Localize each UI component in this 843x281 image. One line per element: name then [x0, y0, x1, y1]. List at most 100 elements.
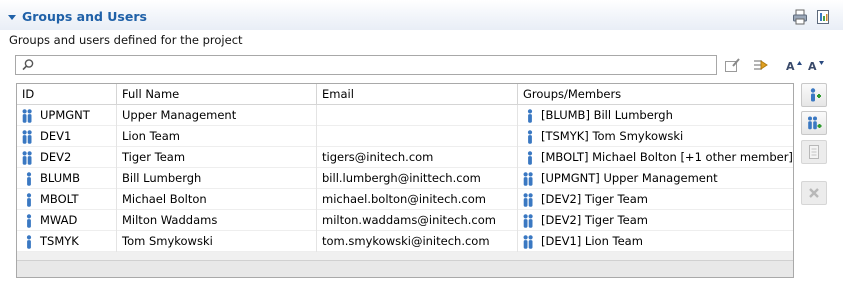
group-icon	[22, 150, 32, 165]
group-icon	[523, 213, 533, 228]
groups-users-table[interactable]: ID Full Name Email Groups/Members UPMGNT…	[16, 83, 794, 278]
user-icon	[527, 108, 533, 123]
cell-members: [MBOLT] Michael Bolton [+1 other member]	[518, 147, 793, 168]
cell-id-text: DEV2	[40, 150, 72, 164]
table-body: UPMGNT Upper Management [BLUMB] Bill Lumbe…	[17, 105, 793, 252]
search-input[interactable]	[15, 55, 717, 75]
user-icon	[26, 213, 32, 228]
search-icon	[22, 59, 34, 71]
svg-text:A: A	[786, 60, 795, 73]
cell-full-name: Tiger Team	[117, 147, 317, 168]
add-user-button[interactable]	[801, 83, 827, 107]
table-row[interactable]: MBOLT Michael Bolton michael.bolton@initec…	[17, 189, 793, 210]
cell-email	[317, 105, 518, 126]
properties-button[interactable]	[801, 140, 827, 164]
export-report-icon[interactable]	[815, 9, 831, 25]
print-icon[interactable]	[792, 9, 808, 25]
cell-id: DEV1	[17, 126, 117, 147]
cell-members-text: [MBOLT] Michael Bolton [+1 other member]	[541, 150, 793, 164]
cell-members-text: [BLUMB] Bill Lumbergh	[541, 108, 673, 122]
cell-id-text: MBOLT	[40, 192, 79, 206]
cell-id: MBOLT	[17, 189, 117, 210]
table-row[interactable]: DEV1 Lion Team [TSMYK] Tom Smykowski	[17, 126, 793, 147]
cell-id: TSMYK	[17, 231, 117, 252]
cell-email: tigers@initech.com	[317, 147, 518, 168]
cell-members-text: [DEV2] Tiger Team	[541, 213, 648, 227]
cell-members-text: [UPMGNT] Upper Management	[541, 171, 718, 185]
user-icon	[527, 129, 533, 144]
cell-id: MWAD	[17, 210, 117, 231]
user-icon	[527, 150, 533, 165]
cell-full-name: Michael Bolton	[117, 189, 317, 210]
cell-full-name-text: Michael Bolton	[122, 192, 207, 206]
table-row[interactable]: TSMYK Tom Smykowski tom.smykowski@initech.…	[17, 231, 793, 252]
cell-id-text: BLUMB	[40, 171, 80, 185]
cell-full-name-text: Upper Management	[122, 108, 237, 122]
cell-members: [DEV1] Lion Team	[518, 231, 793, 252]
table-row[interactable]: UPMGNT Upper Management [BLUMB] Bill Lumbe…	[17, 105, 793, 126]
cell-id-text: UPMGNT	[40, 108, 90, 122]
table-header: ID Full Name Email Groups/Members	[17, 84, 793, 105]
cell-members-text: [DEV2] Tiger Team	[541, 192, 648, 206]
cell-full-name-text: Tom Smykowski	[122, 234, 213, 248]
delete-button[interactable]	[801, 181, 827, 205]
cell-email-text: tigers@initech.com	[322, 150, 434, 164]
cell-email: milton.waddams@initech.com	[317, 210, 518, 231]
column-header-groups-members[interactable]: Groups/Members	[518, 84, 793, 105]
collapse-twisty-icon[interactable]	[8, 14, 16, 20]
group-icon	[22, 129, 32, 144]
cell-full-name: Tom Smykowski	[117, 231, 317, 252]
cell-id-text: DEV1	[40, 129, 72, 143]
properties-icon	[809, 145, 819, 159]
group-icon	[523, 234, 533, 249]
cell-email-text: michael.bolton@initech.com	[322, 192, 486, 206]
group-icon	[523, 171, 533, 186]
section-toggle[interactable]: Groups and Users	[8, 9, 147, 24]
section-title: Groups and Users	[22, 9, 147, 24]
user-icon	[26, 234, 32, 249]
cell-full-name: Lion Team	[117, 126, 317, 147]
column-header-id[interactable]: ID	[17, 84, 117, 105]
cell-full-name: Milton Waddams	[117, 210, 317, 231]
sort-descending-icon[interactable]: A	[807, 57, 825, 73]
sort-ascending-icon[interactable]: A	[785, 57, 803, 73]
user-icon	[26, 192, 32, 207]
cell-members-text: [DEV1] Lion Team	[541, 234, 643, 248]
cell-id-text: MWAD	[40, 213, 78, 227]
cell-id: DEV2	[17, 147, 117, 168]
svg-text:A: A	[808, 60, 817, 73]
cell-email-text: milton.waddams@initech.com	[322, 213, 496, 227]
add-group-button[interactable]	[801, 111, 827, 135]
cell-members: [DEV2] Tiger Team	[518, 189, 793, 210]
table-row[interactable]: BLUMB Bill Lumbergh bill.lumbergh@inittech…	[17, 168, 793, 189]
column-header-email[interactable]: Email	[317, 84, 518, 105]
cell-members: [UPMGNT] Upper Management	[518, 168, 793, 189]
column-header-full-name[interactable]: Full Name	[117, 84, 317, 105]
cell-id: BLUMB	[17, 168, 117, 189]
cell-id: UPMGNT	[17, 105, 117, 126]
cell-members-text: [TSMYK] Tom Smykowski	[541, 129, 684, 143]
group-icon	[523, 192, 533, 207]
add-user-icon	[810, 88, 821, 102]
cell-full-name-text: Tiger Team	[122, 150, 186, 164]
cell-email: michael.bolton@initech.com	[317, 189, 518, 210]
cell-full-name-text: Lion Team	[122, 129, 180, 143]
cell-full-name: Upper Management	[117, 105, 317, 126]
edit-selection-icon[interactable]	[724, 57, 742, 73]
cell-email-text: bill.lumbergh@inittech.com	[322, 171, 481, 185]
cell-full-name-text: Bill Lumbergh	[122, 171, 202, 185]
user-icon	[26, 171, 32, 186]
group-icon	[22, 108, 32, 123]
cell-full-name: Bill Lumbergh	[117, 168, 317, 189]
add-group-icon	[808, 116, 822, 130]
cell-members: [BLUMB] Bill Lumbergh	[518, 105, 793, 126]
table-row[interactable]: DEV2 Tiger Team tigers@initech.com [MBOLT] …	[17, 147, 793, 168]
cell-email: tom.smykowski@initech.com	[317, 231, 518, 252]
cell-full-name-text: Milton Waddams	[122, 213, 218, 227]
cell-email	[317, 126, 518, 147]
cell-members: [TSMYK] Tom Smykowski	[518, 126, 793, 147]
table-row[interactable]: MWAD Milton Waddams milton.waddams@initech…	[17, 210, 793, 231]
cell-email: bill.lumbergh@inittech.com	[317, 168, 518, 189]
horizontal-scrollbar[interactable]	[17, 260, 793, 277]
redirect-arrow-icon[interactable]	[752, 57, 770, 73]
